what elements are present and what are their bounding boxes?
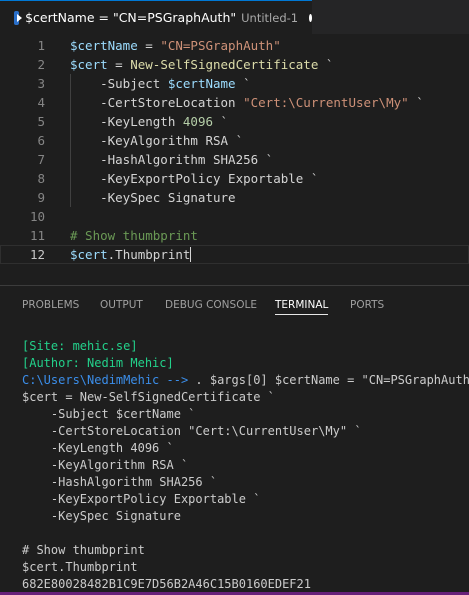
code-text: -KeySpec Signature <box>70 188 236 207</box>
tab-title: $certName = "CN=PSGraphAuth" <box>25 10 237 25</box>
terminal-line: -KeySpec Signature <box>22 509 181 523</box>
line-number: 4 <box>37 95 45 110</box>
code-token: -KeySpec Signature <box>70 190 236 205</box>
terminal-line: -CertStoreLocation "Cert:\CurrentUser\My… <box>22 424 362 438</box>
line-number: 1 <box>37 38 45 53</box>
code-editor[interactable]: 1 $certName = "CN=PSGraphAuth" 2 $cert = Ne… <box>0 34 469 285</box>
terminal-line: -KeyAlgorithm RSA ` <box>22 458 189 472</box>
terminal-line: -Subject $certName ` <box>22 407 196 421</box>
tab-subtitle: Untitled-1 <box>241 10 299 25</box>
terminal-line: # Show thumbprint <box>22 543 145 557</box>
code-text: -Subject $certName ` <box>70 74 251 93</box>
terminal-command: . $args[0] $certName = "CN=PSGraphAuth" <box>195 373 469 387</box>
line-number: 12 <box>29 247 45 262</box>
line-number: 10 <box>29 209 45 224</box>
code-token: -KeyLength <box>70 114 183 129</box>
code-token: ` <box>235 76 251 91</box>
line-number: 5 <box>37 114 45 129</box>
code-token: -KeyAlgorithm RSA <box>70 133 236 148</box>
code-token: ` <box>408 95 424 110</box>
code-token: -KeyExportPolicy Exportable <box>70 171 311 186</box>
code-token: -CertStoreLocation <box>70 95 244 110</box>
terminal-line: [Author: Nedim Mehic] <box>22 356 174 370</box>
code-token: ` <box>310 171 319 186</box>
line-number: 7 <box>37 152 45 167</box>
code-text: -KeyLength 4096 ` <box>70 112 228 131</box>
terminal-line: -KeyLength 4096 ` <box>22 441 174 455</box>
code-token: ` <box>318 57 334 72</box>
code-token: 4096 <box>182 114 213 129</box>
panel-tab-bar: PROBLEMS OUTPUT DEBUG CONSOLE TERMINAL PORTS <box>0 286 469 324</box>
code-token: = <box>137 38 161 53</box>
unsaved-dot-icon[interactable] <box>309 13 312 22</box>
tab-terminal[interactable]: TERMINAL <box>275 286 329 324</box>
code-token: New-SelfSignedCertificate <box>130 57 319 72</box>
code-token: -Subject <box>70 76 168 91</box>
code-token: ` <box>235 133 244 148</box>
code-token: = <box>107 57 131 72</box>
line-number: 3 <box>37 76 45 91</box>
terminal-line: [Site: mehic.se] <box>22 339 138 353</box>
tab-debug-console[interactable]: DEBUG CONSOLE <box>165 286 257 324</box>
code-token: # Show thumbprint <box>70 228 198 243</box>
code-text: $cert = New-SelfSignedCertificate ` <box>70 55 333 74</box>
code-token: ` <box>213 114 229 129</box>
code-token: -HashAlgorithm SHA256 <box>70 152 266 167</box>
code-line[interactable]: 2 $cert = New-SelfSignedCertificate ` <box>0 55 469 74</box>
code-line[interactable]: 1 $certName = "CN=PSGraphAuth" <box>0 36 469 55</box>
code-token: $certName <box>70 38 138 53</box>
tab-untitled-1[interactable]: $certName = "CN=PSGraphAuth" Untitled-1 <box>0 0 312 34</box>
terminal-line: -HashAlgorithm SHA256 ` <box>22 475 218 489</box>
terminal-prompt: C:\Users\NedimMehic --> <box>22 373 196 387</box>
terminal-line: $cert.Thumbprint <box>22 560 138 574</box>
terminal-line: C:\Users\NedimMehic --> . $args[0] $cert… <box>22 372 469 389</box>
code-text: # Show thumbprint <box>70 226 198 245</box>
line-number: 9 <box>37 190 45 205</box>
code-line[interactable]: 11 # Show thumbprint <box>0 226 469 245</box>
tab-output[interactable]: OUTPUT <box>100 286 143 324</box>
code-text: $certName = "CN=PSGraphAuth" <box>70 36 281 55</box>
code-text: -CertStoreLocation "Cert:\CurrentUser\My… <box>70 93 424 112</box>
code-token: "Cert:\CurrentUser\My" <box>243 95 409 110</box>
text-cursor <box>190 247 192 262</box>
code-token: $cert <box>70 57 108 72</box>
tab-problems[interactable]: PROBLEMS <box>22 286 79 324</box>
code-text: $cert.Thumbprint <box>70 245 192 264</box>
powershell-icon <box>14 10 23 25</box>
editor-tab-bar: $certName = "CN=PSGraphAuth" Untitled-1 <box>0 0 469 34</box>
code-text: -KeyExportPolicy Exportable ` <box>70 169 318 188</box>
terminal-line: -KeyExportPolicy Exportable ` <box>22 492 261 506</box>
line-number: 2 <box>37 57 45 72</box>
code-line[interactable]: 12 $cert.Thumbprint <box>0 245 469 264</box>
terminal-output[interactable]: [Site: mehic.se] [Author: Nedim Mehic] C:\… <box>0 324 469 592</box>
code-token: $cert <box>70 247 108 262</box>
code-text: -HashAlgorithm SHA256 ` <box>70 150 273 169</box>
code-token: ` <box>265 152 274 167</box>
code-token: .Thumbprint <box>107 247 191 262</box>
line-number: 8 <box>37 171 45 186</box>
tab-ports[interactable]: PORTS <box>350 286 384 324</box>
indent-guide <box>70 74 71 207</box>
line-number: 6 <box>37 133 45 148</box>
code-text: -KeyAlgorithm RSA ` <box>70 131 243 150</box>
code-token: "CN=PSGraphAuth" <box>160 38 281 53</box>
terminal-line: $cert = New-SelfSignedCertificate ` <box>22 390 275 404</box>
code-line[interactable]: 10 <box>0 207 469 226</box>
terminal-line: 682E80028482B1C9E7D56B2A46C15B0160EDEF21 <box>22 577 311 591</box>
code-token: $certName <box>167 76 236 91</box>
line-number: 11 <box>29 228 45 243</box>
